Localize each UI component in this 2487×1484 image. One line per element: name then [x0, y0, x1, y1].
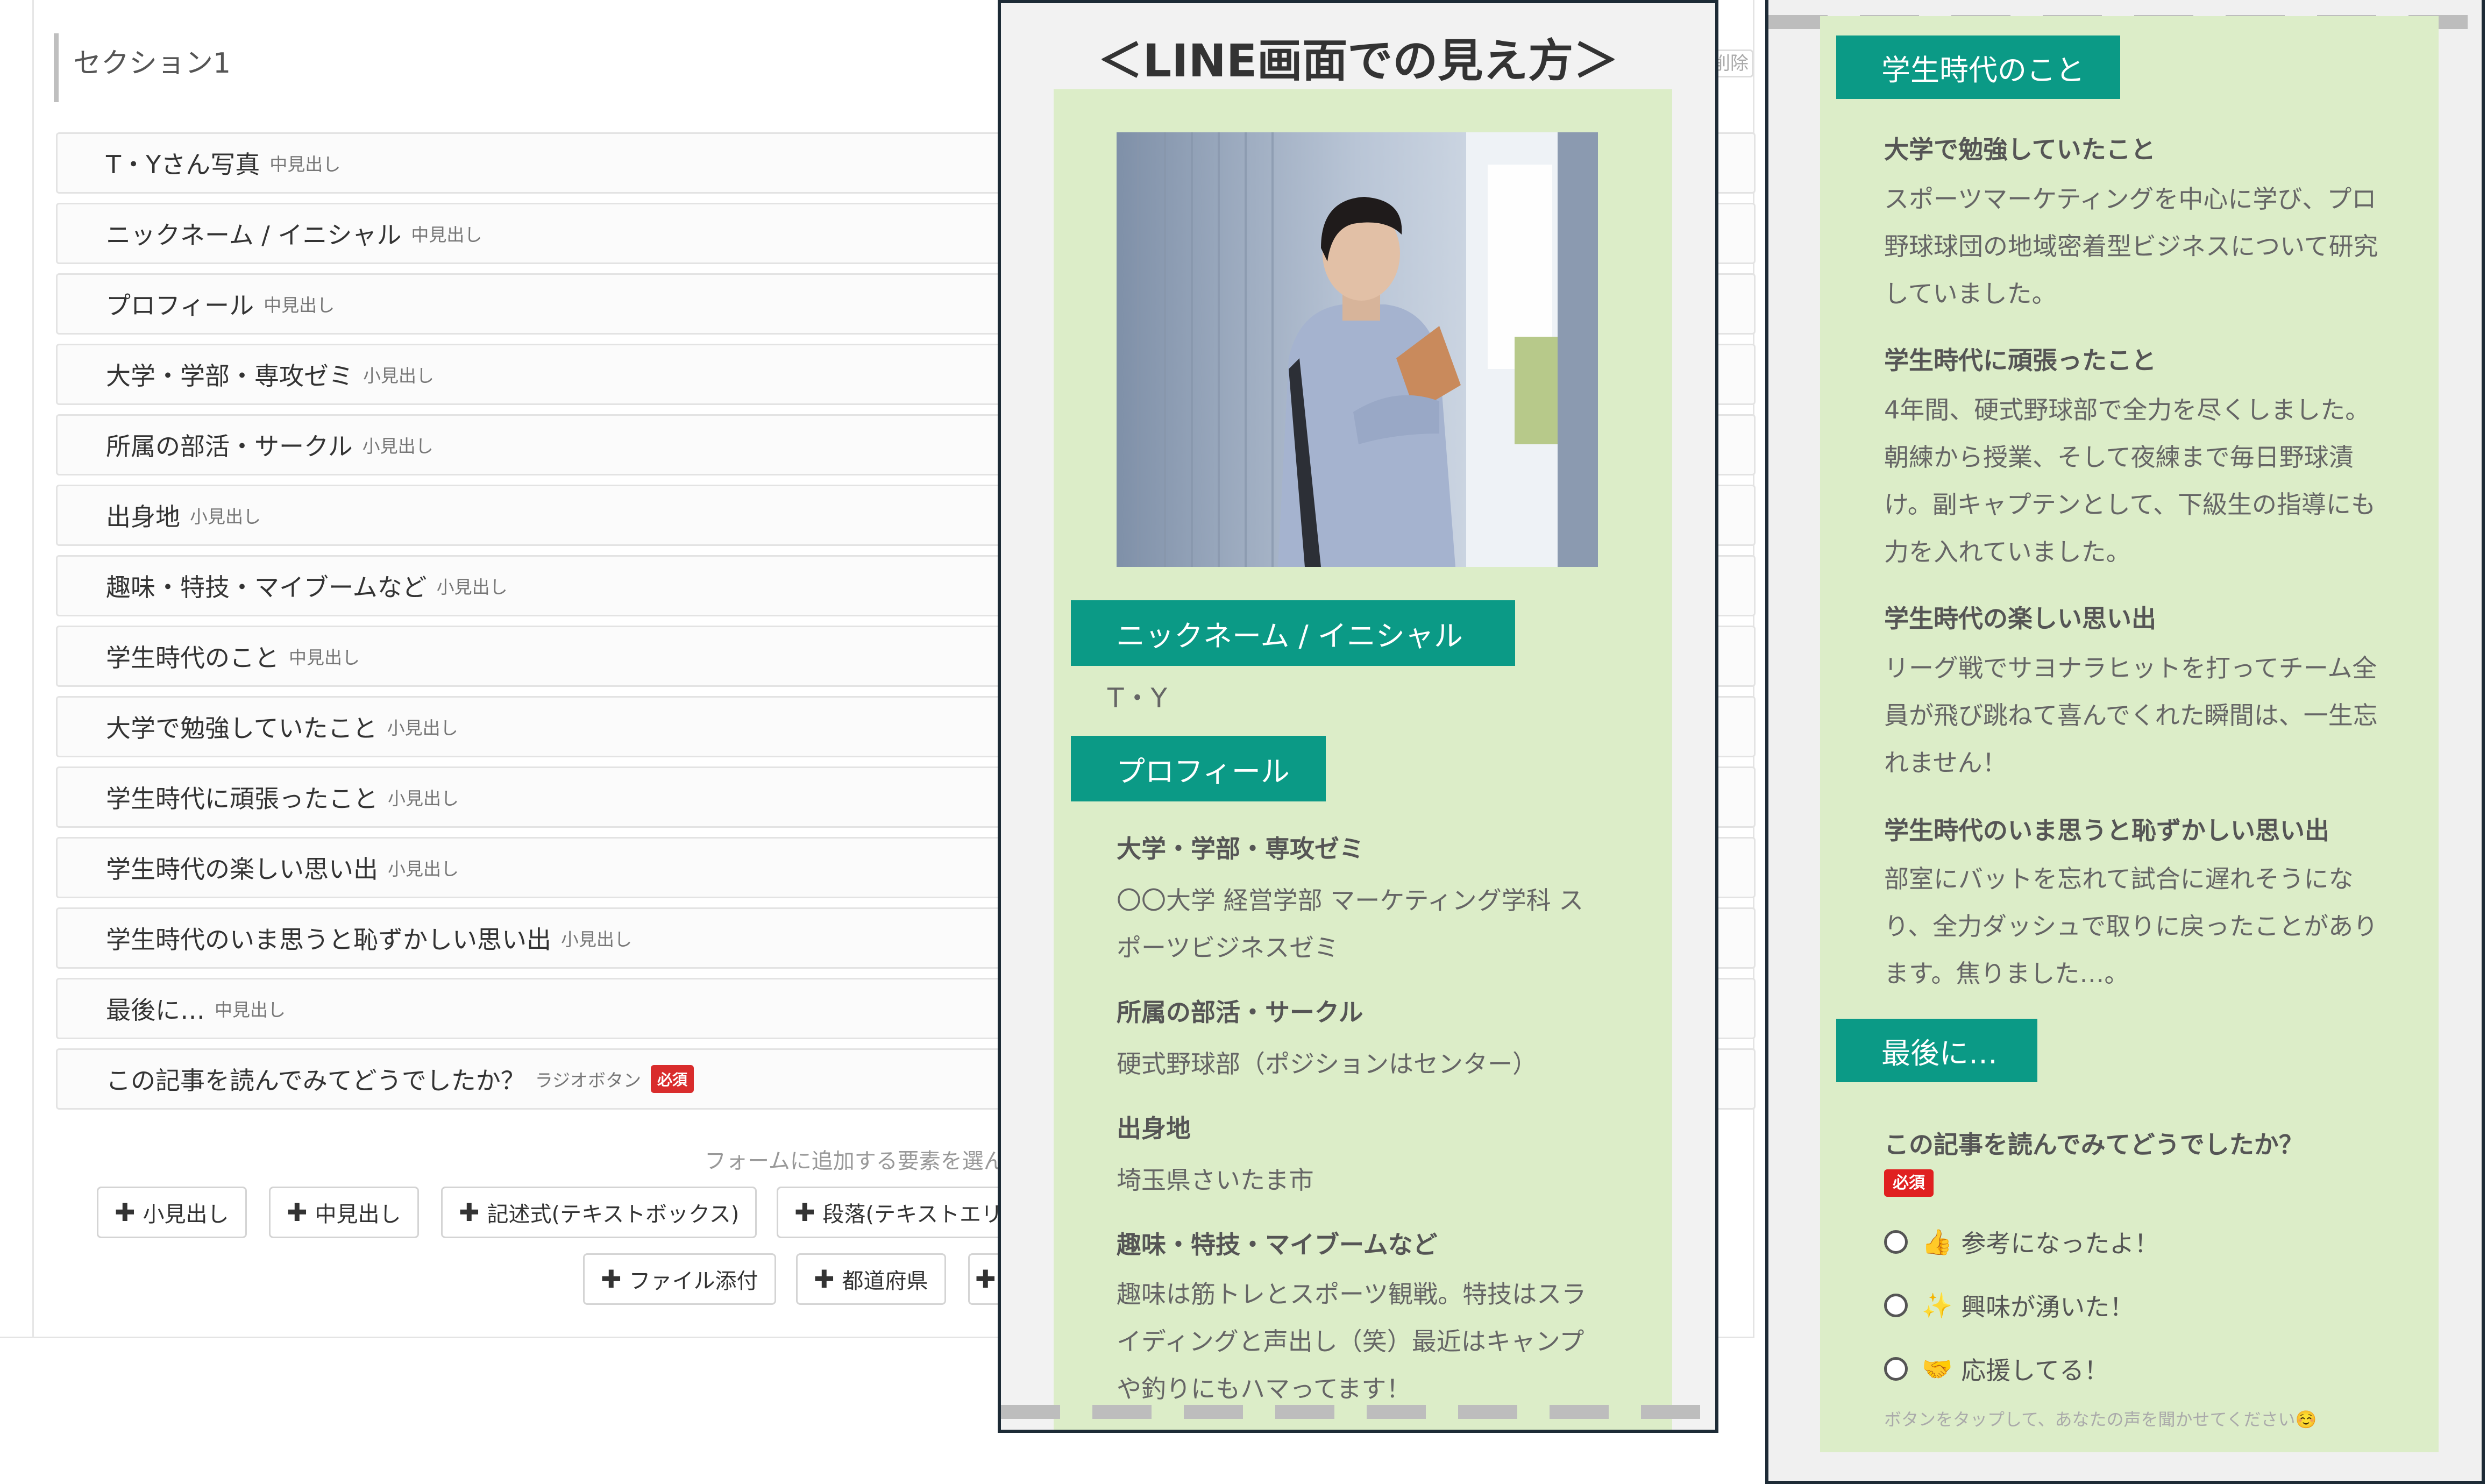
subheading-university: 大学・学部・専攻ゼミ: [1117, 834, 1364, 863]
preview-title: ＜LINE画面での見え方＞: [1097, 34, 1619, 87]
section-title: セクション1: [73, 47, 231, 80]
subheading-study: 大学で勉強していたこと: [1884, 135, 2156, 164]
form-element-type: 小見出し: [362, 436, 434, 457]
form-element-label: 大学・学部・専攻ゼミ: [106, 361, 353, 390]
thumbs-up-icon: 👍: [1922, 1227, 1953, 1256]
form-element-label: プロフィール: [106, 291, 254, 320]
text-embarrassing-memory: 部室にバットを忘れて試合に遅れそうになり、全力ダッシュで取りに戻ったことがありま…: [1884, 864, 2378, 988]
text-hometown: 埼玉県さいたま市: [1117, 1166, 1314, 1195]
form-element-type: 小見出し: [561, 929, 632, 950]
form-element-type: ラジオボタン: [535, 1070, 642, 1091]
form-element-type: 中見出し: [289, 647, 360, 668]
survey-footnote: ボタンをタップして、あなたの声を聞かせてください☺️: [1884, 1409, 2317, 1430]
form-element-label: 大学で勉強していたこと: [106, 714, 378, 743]
form-element-type: 中見出し: [264, 295, 335, 316]
text-fun-memory: リーグ戦でサヨナラヒットを打ってチーム全員が飛び跳ねて喜んでくれた瞬間は、一生忘…: [1884, 654, 2378, 777]
nickname-heading-band: ニックネーム / イニシャル: [1071, 600, 1515, 666]
radio-button[interactable]: [1884, 1230, 1908, 1254]
form-element-label: この記事を読んでみてどうでしたか？: [106, 1066, 525, 1095]
subheading-hobbies: 趣味・特技・マイブームなど: [1117, 1230, 1438, 1259]
text-club: 硬式野球部（ポジションはセンター）: [1117, 1049, 1537, 1078]
handshake-icon: 🤝: [1922, 1354, 1953, 1383]
section-accent-bar: [54, 33, 59, 102]
form-element-label: 所属の部活・サークル: [106, 432, 353, 461]
radio-button[interactable]: [1884, 1357, 1908, 1381]
radio-button[interactable]: [1884, 1294, 1908, 1317]
plus-icon: ✚: [459, 1198, 480, 1227]
form-element-type: 小見出し: [190, 506, 261, 527]
add-small-heading-button[interactable]: ✚ 小見出し: [97, 1187, 247, 1238]
form-element-type: 小見出し: [388, 788, 459, 809]
scroll-cut-line: [1001, 1405, 1715, 1419]
subheading-club: 所属の部活・サークル: [1117, 998, 1363, 1027]
form-element-label: 出身地: [106, 502, 180, 531]
form-element-label: 学生時代のこと: [106, 643, 279, 672]
nickname-value: T・Y: [1107, 683, 1168, 714]
plus-icon: ✚: [601, 1265, 622, 1294]
form-element-type: 中見出し: [269, 154, 341, 175]
add-medium-heading-button[interactable]: ✚ 中見出し: [269, 1187, 419, 1238]
plus-icon: ✚: [287, 1198, 308, 1227]
student-photo-illustration: [1117, 132, 1598, 567]
profile-photo: [1117, 132, 1598, 567]
form-element-label: 学生時代の楽しい思い出: [106, 855, 378, 884]
radio-option-interested[interactable]: ✨ 興味が湧いた！: [1884, 1288, 2134, 1323]
sparkles-icon: ✨: [1922, 1290, 1953, 1320]
last-heading-band: 最後に…: [1836, 1019, 2037, 1082]
required-badge: 必須: [651, 1065, 694, 1093]
radio-option-support[interactable]: 🤝 応援してる！: [1884, 1351, 2109, 1387]
form-element-label: 最後に…: [106, 996, 205, 1025]
form-element-label: 趣味・特技・マイブームなど: [106, 573, 427, 602]
text-effort: 4年間、硬式野球部で全力を尽くしました。朝練から授業、そして夜練まで毎日野球漬け…: [1884, 395, 2376, 566]
text-university: 〇〇大学 経営学部 マーケティング学科 スポーツビジネスゼミ: [1117, 886, 1584, 962]
form-element-type: 小見出し: [363, 365, 434, 386]
add-prefecture-button[interactable]: ✚ 都道府県: [796, 1253, 946, 1305]
add-textarea-button[interactable]: ✚ 段落(テキストエリ: [777, 1187, 1003, 1238]
line-preview-panel-2: 学生時代のこと 大学で勉強していたこと スポーツマーケティングを中心に学び、プロ…: [1765, 0, 2485, 1484]
form-element-label: 学生時代のいま思うと恥ずかしい思い出: [106, 925, 551, 954]
add-file-attachment-button[interactable]: ✚ ファイル添付: [583, 1253, 776, 1305]
form-element-label: T・Yさん写真: [106, 150, 260, 179]
form-element-type: 中見出し: [215, 999, 286, 1020]
plus-icon: ✚: [115, 1198, 136, 1227]
form-element-label: 学生時代に頑張ったこと: [106, 784, 378, 813]
text-study: スポーツマーケティングを中心に学び、プロ野球球団の地域密着型ビジネスについて研究…: [1884, 184, 2378, 308]
subheading-hometown: 出身地: [1117, 1114, 1191, 1143]
form-element-type: 中見出し: [411, 224, 482, 245]
plus-icon: ✚: [794, 1198, 815, 1227]
subheading-embarrassing-memory: 学生時代のいま思うと恥ずかしい思い出: [1884, 816, 2329, 845]
add-textbox-button[interactable]: ✚ 記述式(テキストボックス): [441, 1187, 757, 1238]
add-element-hint: フォームに追加する要素を選ん: [705, 1149, 1005, 1174]
text-hobbies: 趣味は筋トレとスポーツ観戦。特技はスライディングと声出し（笑）最近はキャンプや釣…: [1117, 1280, 1587, 1403]
subheading-effort: 学生時代に頑張ったこと: [1884, 346, 2156, 375]
form-element-type: 小見出し: [387, 718, 458, 739]
required-badge: 必須: [1884, 1169, 1934, 1197]
form-element-type: 小見出し: [436, 577, 508, 598]
survey-question: この記事を読んでみてどうでしたか？: [1884, 1130, 2304, 1159]
profile-heading-band: プロフィール: [1071, 736, 1326, 801]
line-preview-panel-1: ＜LINE画面での見え方＞ ニックネーム / イニシャル T・Y プロフィール …: [998, 0, 1718, 1433]
radio-option-helpful[interactable]: 👍 参考になったよ！: [1884, 1224, 2159, 1260]
plus-icon: ✚: [814, 1265, 835, 1294]
form-element-type: 小見出し: [388, 858, 459, 879]
form-element-label: ニックネーム / イニシャル: [106, 221, 402, 250]
plus-icon: ✚: [975, 1265, 996, 1294]
student-days-heading-band: 学生時代のこと: [1836, 35, 2120, 99]
subheading-fun-memory: 学生時代の楽しい思い出: [1884, 604, 2156, 633]
